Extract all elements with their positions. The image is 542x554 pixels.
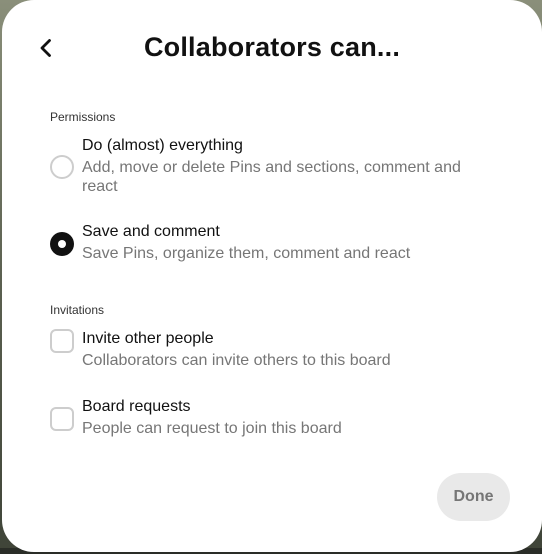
dialog-title: Collaborators can... xyxy=(143,32,401,62)
option-description: Add, move or delete Pins and sections, c… xyxy=(82,159,461,195)
radio-save-comment[interactable] xyxy=(50,232,74,256)
invitations-section-label: Invitations xyxy=(50,303,105,317)
collaborators-permissions-dialog: Collaborators can... Permissions Do (alm… xyxy=(2,0,542,552)
permissions-section-label: Permissions xyxy=(50,110,116,124)
option-title: Do (almost) everything xyxy=(82,137,243,154)
checkbox-invite-others[interactable] xyxy=(50,329,74,353)
option-description: Collaborators can invite others to this … xyxy=(82,352,391,369)
dialog-header: Collaborators can... xyxy=(2,20,542,80)
invitation-option-invite-others[interactable]: Invite other people Collaborators can in… xyxy=(50,329,490,371)
radio-everything[interactable] xyxy=(50,155,74,179)
permission-option-save-comment[interactable]: Save and comment Save Pins, organize the… xyxy=(50,222,490,264)
option-title: Invite other people xyxy=(82,330,214,347)
checkbox-board-requests[interactable] xyxy=(50,407,74,431)
option-description: People can request to join this board xyxy=(82,420,342,437)
permission-option-everything[interactable]: Do (almost) everything Add, move or dele… xyxy=(50,136,490,196)
done-button[interactable]: Done xyxy=(437,473,510,521)
option-title: Board requests xyxy=(82,398,191,415)
option-description: Save Pins, organize them, comment and re… xyxy=(82,245,411,262)
option-title: Save and comment xyxy=(82,223,220,240)
invitation-option-board-requests[interactable]: Board requests People can request to joi… xyxy=(50,397,490,439)
